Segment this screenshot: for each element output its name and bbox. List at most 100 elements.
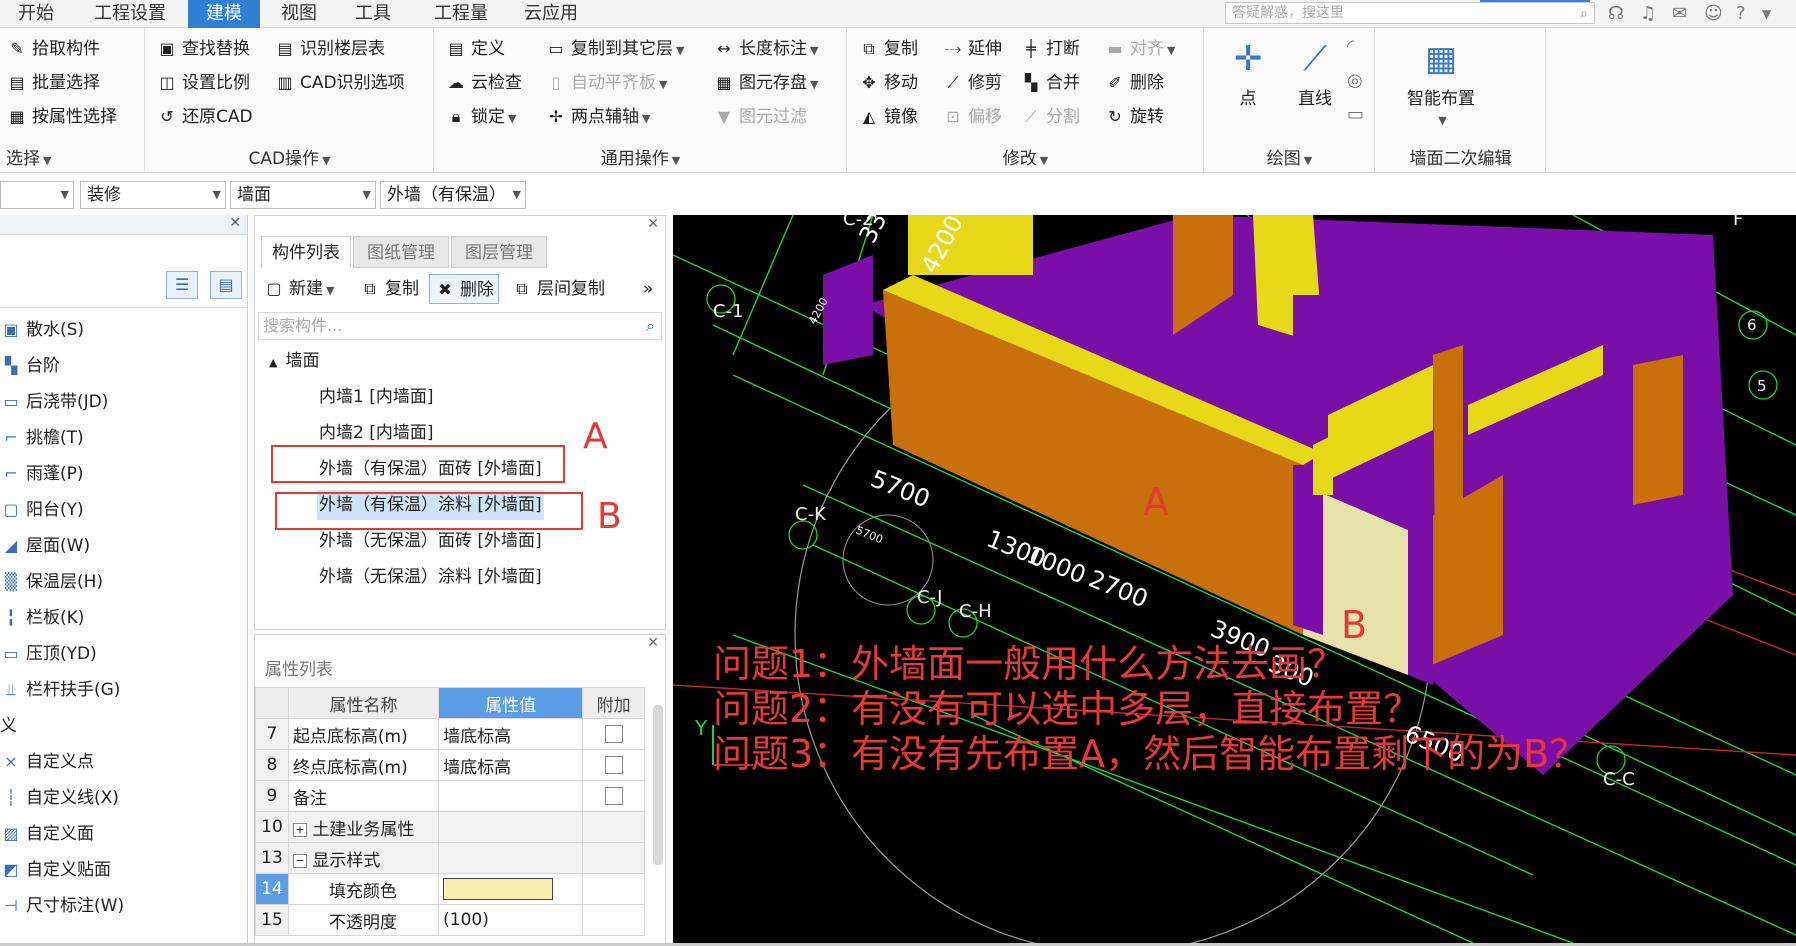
avatar-icon[interactable]: ☺ — [1704, 3, 1723, 24]
copy-between-floors-button[interactable]: ⧉ 层间复制 — [511, 274, 605, 304]
close-icon[interactable]: ✕ — [647, 216, 659, 232]
tree-item-interior-wall-2[interactable]: 内墙2 [内墙面] — [319, 418, 433, 448]
nav-item-canopy[interactable]: ⌐ 雨蓬(P) — [0, 459, 83, 489]
save-element-button[interactable]: ▦ 图元存盘 ▼ — [713, 68, 818, 98]
move-button[interactable]: ✥ 移动 — [858, 68, 918, 98]
cloud-check-button[interactable]: ☁ 云检查 — [445, 68, 522, 98]
tab-drawing-management[interactable]: 图纸管理 — [353, 236, 449, 268]
nav-item-custom-face[interactable]: ▨ 自定义面 — [0, 819, 94, 849]
nav-item-custom-veneer[interactable]: ◩ 自定义贴面 — [0, 855, 111, 885]
nav-item-parapet[interactable]: ╏ 栏板(K) — [0, 603, 84, 633]
table-row[interactable]: 13 − 显示样式 — [255, 842, 645, 874]
type-combo[interactable]: 墙面 ▼ — [230, 181, 376, 209]
tab-layer-management[interactable]: 图层管理 — [451, 236, 547, 268]
ribbon-group-draw-label[interactable]: 绘图 ▼ — [1205, 144, 1374, 169]
auto-align-slab-button[interactable]: ▯ 自动平齐板 ▼ — [545, 68, 668, 98]
table-row[interactable]: 14 填充颜色 — [255, 873, 645, 905]
more-icon[interactable]: » — [643, 274, 653, 304]
nav-item-custom-line[interactable]: ┆ 自定义线(X) — [0, 783, 119, 813]
extend-button[interactable]: ⤏ 延伸 — [942, 34, 1002, 64]
split-button[interactable]: ⟋ 分割 — [1020, 102, 1080, 132]
tree-item-interior-wall-1[interactable]: 内墙1 [内墙面] — [319, 382, 433, 412]
cad-3d-viewport[interactable]: C-K C-J C-H C-1 C-C C-2 F 6 5 4200 5700 … — [673, 215, 1796, 943]
help-search-input[interactable]: 答疑解惑，搜这里 ⌕ — [1225, 2, 1595, 24]
delete-component-button[interactable]: ✖ 删除 — [429, 274, 499, 304]
extra-checkbox[interactable] — [604, 756, 623, 774]
set-scale-button[interactable]: ◫ 设置比例 — [156, 68, 250, 98]
copy-component-button[interactable]: ⧉ 复制 — [359, 274, 419, 304]
tab-component-list[interactable]: 构件列表 — [261, 236, 351, 268]
identify-floor-table-button[interactable]: ▤ 识别楼层表 — [274, 34, 385, 64]
chevron-down-icon[interactable]: ▼ — [1762, 7, 1771, 21]
detail-view-button[interactable]: ▤ — [210, 271, 242, 299]
property-value-cell[interactable] — [438, 780, 584, 812]
expand-icon[interactable]: + — [292, 822, 307, 837]
floor-combo[interactable]: ▼ — [0, 181, 74, 209]
delete-button[interactable]: ✐ 删除 — [1104, 68, 1164, 98]
nav-item-post-pour-strip[interactable]: ▭ 后浇带(JD) — [0, 387, 108, 417]
help-icon[interactable]: ? — [1736, 3, 1746, 24]
draw-line-button[interactable]: ⟋ 直线 — [1285, 34, 1345, 109]
nav-item-roof[interactable]: ◢ 屋面(W) — [0, 531, 90, 561]
rotate-button[interactable]: ↻ 旋转 — [1104, 102, 1164, 132]
ribbon-group-common-label[interactable]: 通用操作 ▼ — [435, 144, 846, 169]
trim-button[interactable]: ⟋ 修剪 — [942, 68, 1002, 98]
tree-item-ext-plain-paint[interactable]: 外墙（无保温）涂料 [外墙面] — [319, 562, 542, 592]
two-point-axis-button[interactable]: ✢ 两点辅轴 ▼ — [545, 102, 650, 132]
bell-icon[interactable]: ♫ — [1640, 3, 1656, 24]
nav-item-railing[interactable]: ⫫ 栏杆扶手(G) — [0, 675, 121, 705]
copy-to-other-floor-button[interactable]: ▭ 复制到其它层 ▼ — [545, 34, 684, 64]
close-icon[interactable]: ✕ — [647, 635, 659, 651]
define-button[interactable]: ▤ 定义 — [445, 34, 505, 64]
search-icon[interactable]: ⌕ — [1580, 4, 1588, 24]
mirror-button[interactable]: ◭ 镜像 — [858, 102, 918, 132]
menu-tab-cloud[interactable]: 云应用 — [512, 0, 590, 28]
fill-color-swatch[interactable] — [443, 878, 554, 900]
tree-root-wall-face[interactable]: ▲ 墙面 — [269, 346, 319, 376]
lock-button[interactable]: 🔒︎ 锁定 ▼ — [445, 102, 517, 132]
copy-button[interactable]: ⧉ 复制 — [858, 34, 918, 64]
rectangle-icon[interactable]: ▭ — [1347, 104, 1364, 125]
building-3d-view[interactable]: C-K C-J C-H C-1 C-C C-2 F 6 5 4200 5700 … — [673, 215, 1796, 943]
property-value-cell[interactable]: 墙底标高 — [438, 749, 584, 781]
tree-item-ext-plain-tile[interactable]: 外墙（无保温）面砖 [外墙面] — [319, 526, 542, 556]
restore-cad-button[interactable]: ↺ 还原CAD — [156, 102, 252, 132]
nav-item-dimension[interactable]: ⊣ 尺寸标注(W) — [0, 891, 124, 921]
ribbon-group-modify-label[interactable]: 修改 ▼ — [848, 144, 1203, 169]
batch-select-button[interactable]: ▤ 批量选择 — [6, 68, 100, 98]
nav-group-custom[interactable]: 义 — [0, 711, 17, 741]
length-dimension-button[interactable]: ↔ 长度标注 ▼ — [713, 34, 818, 64]
draw-point-button[interactable]: ✛ 点 — [1223, 34, 1273, 109]
close-icon[interactable]: ✕ — [229, 215, 241, 231]
offset-button[interactable]: ⊡ 偏移 — [942, 102, 1002, 132]
cad-identify-options-button[interactable]: ▥ CAD识别选项 — [274, 68, 404, 98]
fill-color-cell[interactable] — [438, 873, 584, 905]
nav-item-balcony[interactable]: ▢ 阳台(Y) — [0, 495, 83, 525]
table-row[interactable]: 10 + 土建业务属性 — [255, 811, 645, 843]
menu-tab-modeling[interactable]: 建模 — [188, 0, 260, 28]
extra-checkbox[interactable] — [604, 725, 623, 743]
merge-button[interactable]: ▚ 合并 — [1020, 68, 1080, 98]
headset-icon[interactable]: ☊ — [1608, 3, 1624, 24]
menu-tab-view[interactable]: 视图 — [268, 0, 330, 28]
table-row[interactable]: 9 备注 — [255, 780, 645, 812]
circle-icon[interactable]: ◎ — [1347, 70, 1363, 91]
component-search-input[interactable]: 搜索构件... ⌕ — [258, 312, 662, 340]
property-value-cell[interactable]: 墙底标高 — [438, 718, 584, 750]
nav-item-steps[interactable]: ▚ 台阶 — [0, 351, 60, 381]
table-row[interactable]: 8 终点底标高(m) 墙底标高 — [255, 749, 645, 781]
list-view-button[interactable]: ☰ — [166, 271, 198, 299]
nav-item-coping[interactable]: ▭ 压顶(YD) — [0, 639, 96, 669]
break-button[interactable]: ╪ 打断 — [1020, 34, 1080, 64]
chat-icon[interactable]: ✉ — [1672, 3, 1687, 24]
search-icon[interactable]: ⌕ — [646, 313, 655, 339]
menu-tab-tools[interactable]: 工具 — [340, 0, 406, 28]
pick-component-button[interactable]: ✎ 拾取构件 — [6, 34, 100, 64]
component-combo[interactable]: 外墙（有保温） ▼ — [380, 181, 526, 209]
collapse-icon[interactable]: − — [292, 853, 307, 868]
align-button[interactable]: ▬ 对齐 ▼ — [1104, 34, 1175, 64]
extra-checkbox[interactable] — [604, 787, 623, 805]
table-row[interactable]: 7 起点底标高(m) 墙底标高 — [255, 718, 645, 750]
ribbon-group-cad-label[interactable]: CAD操作 ▼ — [146, 144, 433, 169]
table-row[interactable]: 15 不透明度 (100) — [255, 904, 645, 936]
